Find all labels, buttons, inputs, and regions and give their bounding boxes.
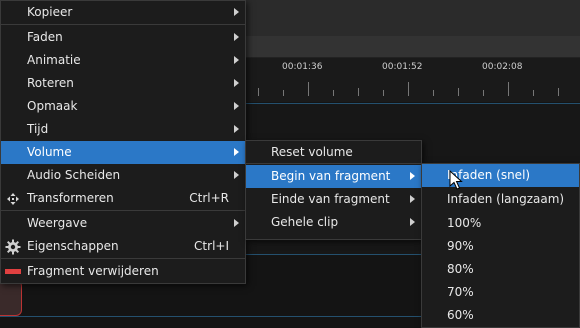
menu-item-label: Animatie — [27, 53, 81, 67]
ruler-tick — [483, 90, 484, 96]
menu-separator — [246, 163, 421, 164]
menu-item-label: Tijd — [27, 122, 49, 136]
menu-item-label: Opmaak — [27, 99, 78, 113]
ruler-tick — [383, 90, 384, 96]
ruler-tick — [533, 90, 534, 96]
gear-icon — [5, 239, 21, 255]
menu-item-label: Transformeren — [27, 191, 114, 205]
shortcut-text: Ctrl+R — [189, 191, 229, 205]
ruler-time-label: 00:02:08 — [482, 62, 523, 72]
menu-separator — [1, 24, 245, 25]
menu-item-90[interactable]: 90% — [422, 235, 579, 258]
ruler-tick — [408, 82, 409, 96]
menu-item-80[interactable]: 80% — [422, 258, 579, 281]
menu-item-transformeren[interactable]: Transformeren Ctrl+R — [1, 187, 245, 210]
volume-submenu: Reset volume Begin van fragment Einde va… — [245, 140, 422, 240]
menu-item-label: 60% — [447, 308, 474, 322]
menu-item-weergave[interactable]: Weergave — [1, 212, 245, 235]
menu-item-label: 70% — [447, 285, 474, 299]
menu-separator — [1, 258, 245, 259]
ruler-time-label: 00:01:36 — [282, 62, 323, 72]
submenu-arrow-icon — [234, 102, 239, 110]
menu-item-fragment-verwijderen[interactable]: Fragment verwijderen — [1, 260, 245, 283]
menu-item-label: Audio Scheiden — [27, 168, 121, 182]
menu-item-kopieer[interactable]: Kopieer — [1, 1, 245, 24]
ruler-tick — [458, 88, 459, 96]
menu-item-infaden-snel[interactable]: Infaden (snel) — [422, 164, 579, 187]
menu-item-label: 100% — [447, 216, 482, 230]
menu-item-label: Begin van fragment — [271, 169, 391, 183]
menu-item-einde-van-fragment[interactable]: Einde van fragment — [246, 188, 421, 211]
menu-item-60[interactable]: 60% — [422, 304, 579, 327]
shortcut-text: Ctrl+I — [194, 239, 229, 253]
menu-item-label: 90% — [447, 239, 474, 253]
ruler-tick — [308, 82, 309, 96]
ruler-tick — [508, 82, 509, 96]
submenu-arrow-icon — [410, 172, 415, 180]
menu-item-label: Volume — [27, 145, 72, 159]
menu-item-label: 80% — [447, 262, 474, 276]
menu-item-label: Gehele clip — [271, 215, 339, 229]
menu-item-70[interactable]: 70% — [422, 281, 579, 304]
submenu-arrow-icon — [234, 171, 239, 179]
menu-item-label: Einde van fragment — [271, 192, 390, 206]
menu-item-tijd[interactable]: Tijd — [1, 118, 245, 141]
submenu-arrow-icon — [234, 33, 239, 41]
menu-item-audio-scheiden[interactable]: Audio Scheiden — [1, 164, 245, 187]
begin-van-fragment-submenu: Infaden (snel) Infaden (langzaam) 100% 9… — [421, 163, 580, 328]
menu-item-reset-volume[interactable]: Reset volume — [246, 141, 421, 164]
menu-item-label: Eigenschappen — [27, 239, 119, 253]
submenu-arrow-icon — [234, 148, 239, 156]
context-menu: Kopieer Faden Animatie Roteren Opmaak Ti… — [0, 0, 246, 284]
submenu-arrow-icon — [410, 218, 415, 226]
submenu-arrow-icon — [234, 125, 239, 133]
remove-icon — [5, 269, 21, 274]
submenu-arrow-icon — [234, 56, 239, 64]
menu-item-gehele-clip[interactable]: Gehele clip — [246, 211, 421, 234]
timeline-ruler[interactable]: 00:01:36 00:01:52 00:02:08 — [245, 58, 580, 102]
ruler-tick — [283, 90, 284, 96]
menu-item-volume[interactable]: Volume — [1, 141, 245, 164]
menu-item-opmaak[interactable]: Opmaak — [1, 95, 245, 118]
timeline-toolbar — [245, 36, 580, 58]
submenu-arrow-icon — [410, 195, 415, 203]
menu-item-label: Weergave — [27, 216, 88, 230]
menu-item-eigenschappen[interactable]: Eigenschappen Ctrl+I — [1, 235, 245, 258]
menu-item-label: Fragment verwijderen — [27, 264, 159, 278]
menu-item-label: Faden — [27, 30, 63, 44]
menu-item-infaden-langzaam[interactable]: Infaden (langzaam) — [422, 188, 579, 211]
menu-item-begin-van-fragment[interactable]: Begin van fragment — [246, 165, 421, 188]
menu-item-label: Reset volume — [271, 145, 353, 159]
menu-item-faden[interactable]: Faden — [1, 26, 245, 49]
ruler-time-label: 00:01:52 — [382, 62, 423, 72]
menu-item-label: Kopieer — [27, 5, 73, 19]
clip-thumbnail[interactable] — [0, 280, 22, 316]
ruler-tick — [433, 90, 434, 96]
ruler-tick — [258, 88, 259, 96]
menu-item-animatie[interactable]: Animatie — [1, 49, 245, 72]
menu-item-100[interactable]: 100% — [422, 212, 579, 235]
menu-item-label: Roteren — [27, 76, 74, 90]
ruler-tick — [558, 88, 559, 96]
submenu-arrow-icon — [234, 79, 239, 87]
menu-item-label: Infaden (langzaam) — [447, 192, 565, 206]
mouse-cursor-icon — [449, 170, 463, 190]
submenu-arrow-icon — [234, 219, 239, 227]
move-icon — [7, 193, 19, 205]
menu-separator — [1, 210, 245, 211]
submenu-arrow-icon — [234, 8, 239, 16]
menu-item-roteren[interactable]: Roteren — [1, 72, 245, 95]
ruler-tick — [333, 90, 334, 96]
ruler-tick — [358, 88, 359, 96]
